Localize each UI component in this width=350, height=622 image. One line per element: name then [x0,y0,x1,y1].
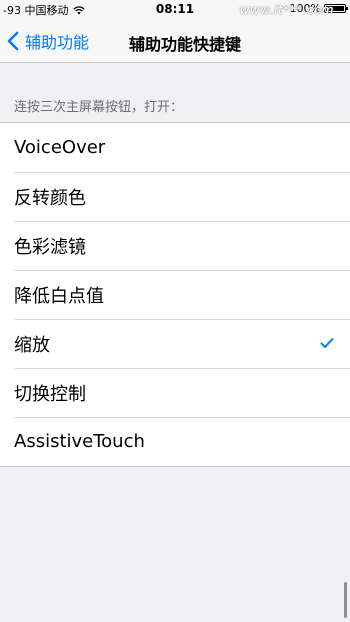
option-label: 反转颜色 [14,187,86,209]
section-header: 连按三次主屏幕按钮，打开： [14,100,184,115]
status-right: 100% [289,2,348,15]
status-bar: -93 中国移动 08:11 100% www.it***.com [0,0,350,20]
navigation-bar: 辅助功能 辅助功能快捷键 [0,20,350,63]
scroll-indicator[interactable] [344,582,347,618]
option-voiceover[interactable]: VoiceOver [0,123,350,172]
option-label: 色彩滤镜 [14,236,86,258]
battery-icon [324,4,348,13]
option-label: 切换控制 [14,383,86,405]
checkmark-icon [320,338,334,348]
back-button-label: 辅助功能 [25,33,90,52]
option-label: AssistiveTouch [14,431,145,452]
option-assistivetouch[interactable]: AssistiveTouch [0,417,350,466]
back-button[interactable]: 辅助功能 [7,29,89,53]
battery-percent: 100% [289,2,321,15]
option-color-filters[interactable]: 色彩滤镜 [0,221,350,270]
shortcut-options-list: VoiceOver 反转颜色 色彩滤镜 降低白点值 缩放 切换控制 Assist… [0,122,350,467]
chevron-left-icon [7,31,19,51]
option-invert-colors[interactable]: 反转颜色 [0,172,350,221]
option-label: VoiceOver [14,137,106,158]
option-label: 降低白点值 [14,285,104,307]
option-switch-control[interactable]: 切换控制 [0,368,350,417]
page-title: 辅助功能快捷键 [128,35,241,54]
option-label: 缩放 [14,334,50,356]
option-zoom[interactable]: 缩放 [0,319,350,368]
option-reduce-white-point[interactable]: 降低白点值 [0,270,350,319]
